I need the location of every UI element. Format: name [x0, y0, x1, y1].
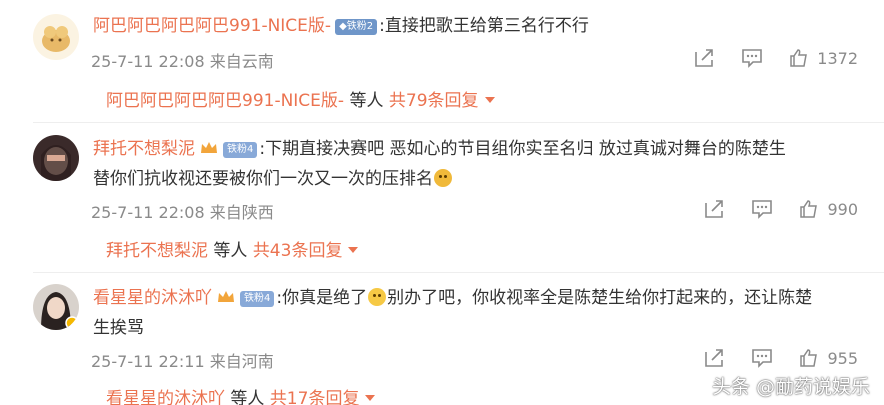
thumbs-up-icon [800, 349, 818, 367]
like-count: 955 [827, 348, 858, 368]
comment-username[interactable]: 看星星的沐沐吖 [93, 288, 212, 308]
comment-text: :你真是绝了 [276, 288, 368, 308]
reply-others: 等人 [208, 241, 253, 261]
reply-summary[interactable]: 拜托不想梨泥 等人 共43条回复 [106, 236, 359, 261]
reply-count-link[interactable]: 共79条回复 [389, 91, 479, 111]
like-button[interactable]: 955 [799, 348, 858, 368]
share-icon [705, 349, 724, 367]
watermark: 头条 @勔药说娱乐 [711, 376, 870, 398]
fan-badge: 铁粉4 [240, 291, 275, 307]
fan-badge: 铁粉4 [223, 142, 258, 158]
avatar-image [33, 14, 79, 60]
thumbs-up-icon [790, 49, 808, 67]
verified-icon [65, 316, 79, 330]
screaming-face-icon [434, 169, 452, 187]
reply-summary[interactable]: 看星星的沐沐吖 等人 共17条回复 [106, 384, 376, 405]
like-count: 1372 [817, 48, 858, 68]
crown-icon [201, 142, 217, 153]
reply-username[interactable]: 看星星的沐沐吖 [106, 389, 225, 405]
share-button[interactable] [703, 348, 725, 368]
reply-button[interactable] [741, 48, 763, 68]
comment-meta: 25-7-11 22:08 来自陕西 [91, 203, 274, 222]
reply-count-link[interactable]: 共17条回复 [270, 389, 360, 405]
avatar-image [33, 135, 79, 181]
reply-others: 等人 [225, 389, 270, 405]
reply-button[interactable] [751, 348, 773, 368]
reply-others: 等人 [344, 91, 389, 111]
comment-actions: 955 [703, 348, 858, 368]
divider [33, 122, 884, 123]
like-count: 990 [827, 199, 858, 219]
like-button[interactable]: 1372 [789, 48, 858, 68]
comment-username[interactable]: 阿巴阿巴阿巴阿巴991-NICE版- [93, 16, 331, 36]
comment-actions: 1372 [693, 48, 858, 68]
thumbs-up-icon [800, 200, 818, 218]
comment-text-2: 别办了吧，你收视率全是陈楚生给你打起来的，还让陈楚 [387, 288, 813, 308]
avatar[interactable] [33, 284, 79, 330]
comment-icon [752, 349, 773, 368]
comment-icon [742, 49, 763, 68]
fan-badge: ◆铁粉2 [335, 19, 378, 35]
comment-actions: 990 [703, 199, 858, 219]
divider [33, 272, 884, 273]
reply-username[interactable]: 拜托不想梨泥 [106, 241, 208, 261]
comment-content: 拜托不想梨泥 铁粉4:下期直接决赛吧 恶如心的节目组你实至名归 放过真诚对舞台的陈… [93, 134, 786, 194]
comment-text-cont: 替你们抗收视还要被你们一次又一次的压排名 [93, 169, 433, 189]
reply-count-link[interactable]: 共43条回复 [253, 241, 343, 261]
reply-button[interactable] [751, 199, 773, 219]
comment-text: :直接把歌王给第三名行不行 [379, 16, 589, 36]
comment-content: 阿巴阿巴阿巴阿巴991-NICE版- ◆铁粉2:直接把歌王给第三名行不行 [93, 13, 589, 39]
avatar[interactable] [33, 135, 79, 181]
comment-username[interactable]: 拜托不想梨泥 [93, 139, 195, 159]
comment-meta: 25-7-11 22:11 来自河南 [91, 352, 274, 371]
smiley-face-icon [368, 288, 387, 306]
caret-down-icon [365, 395, 376, 401]
share-icon [695, 49, 714, 67]
crown-icon [218, 291, 234, 302]
comment-meta: 25-7-11 22:08 来自云南 [91, 52, 274, 71]
share-icon [705, 200, 724, 218]
reply-summary[interactable]: 阿巴阿巴阿巴阿巴991-NICE版- 等人 共79条回复 [106, 86, 495, 111]
comment-text-cont: 生挨骂 [93, 318, 144, 338]
share-button[interactable] [703, 199, 725, 219]
comment-content: 看星星的沐沐吖 铁粉4:你真是绝了 别办了吧，你收视率全是陈楚生给你打起来的，还让陈… [93, 283, 812, 343]
comment-icon [752, 200, 773, 219]
comment-text: :下期直接决赛吧 恶如心的节目组你实至名归 放过真诚对舞台的陈楚生 [259, 139, 786, 159]
caret-down-icon [484, 97, 495, 103]
like-button[interactable]: 990 [799, 199, 858, 219]
reply-username[interactable]: 阿巴阿巴阿巴阿巴991-NICE版- [106, 91, 344, 111]
caret-down-icon [348, 247, 359, 253]
share-button[interactable] [693, 48, 715, 68]
avatar[interactable] [33, 14, 79, 60]
